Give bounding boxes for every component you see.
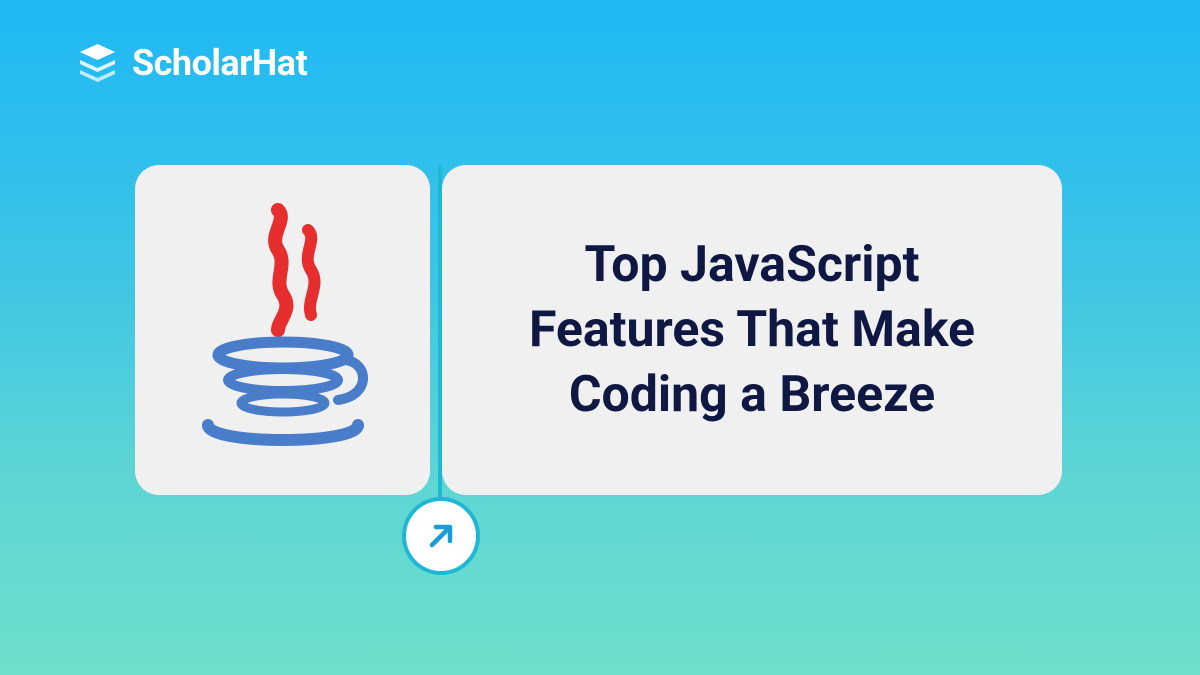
title-card: Top JavaScript Features That Make Coding… — [442, 165, 1062, 495]
content-container: Top JavaScript Features That Make Coding… — [135, 165, 1062, 495]
image-card — [135, 165, 430, 495]
java-logo-icon — [183, 200, 383, 460]
brand-name: ScholarHat — [132, 42, 307, 84]
brand-logo: ScholarHat — [75, 40, 307, 85]
arrow-badge — [402, 497, 480, 575]
layers-icon — [75, 40, 120, 85]
arrow-up-right-icon — [422, 517, 460, 555]
page-title: Top JavaScript Features That Make Coding… — [492, 233, 1012, 428]
